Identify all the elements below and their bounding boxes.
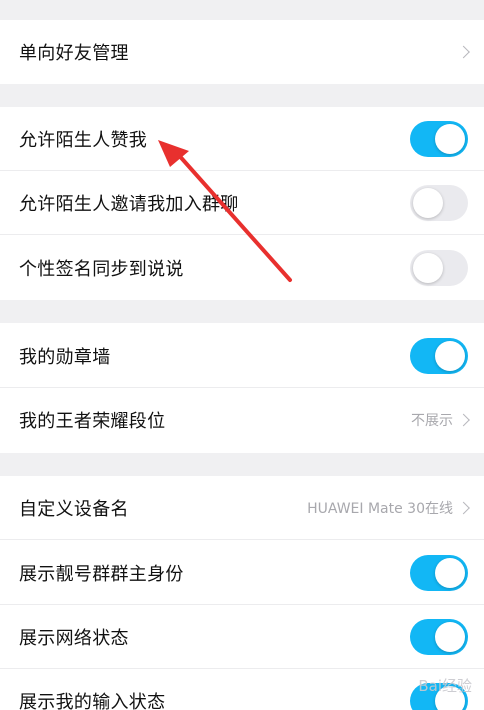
show-pretty-number-owner-toggle[interactable] — [410, 555, 468, 591]
row-label: 自定义设备名 — [19, 499, 129, 520]
section-profile: 我的勋章墙 我的王者荣耀段位 不展示 — [0, 323, 484, 453]
row-show-pretty-number-owner[interactable]: 展示靓号群群主身份 — [0, 541, 484, 605]
row-label: 单向好友管理 — [19, 43, 129, 64]
settings-page: 单向好友管理 允许陌生人赞我 允许陌生人邀请我加入群聊 个性签名同步到说说 我的… — [0, 0, 484, 710]
row-label: 展示网络状态 — [19, 628, 129, 649]
section-privacy: 允许陌生人赞我 允许陌生人邀请我加入群聊 个性签名同步到说说 — [0, 107, 484, 300]
row-sync-signature[interactable]: 个性签名同步到说说 — [0, 236, 484, 300]
row-label: 我的勋章墙 — [19, 347, 111, 368]
sync-signature-toggle[interactable] — [410, 250, 468, 286]
row-label: 我的王者荣耀段位 — [19, 411, 166, 432]
divider — [0, 539, 484, 540]
row-label: 允许陌生人邀请我加入群聊 — [19, 194, 239, 215]
row-show-network-status[interactable]: 展示网络状态 — [0, 605, 484, 669]
watermark: Bai经验 — [418, 677, 472, 695]
row-label: 展示靓号群群主身份 — [19, 564, 184, 585]
row-one-way-friends[interactable]: 单向好友管理 — [0, 20, 484, 84]
allow-stranger-group-invite-toggle[interactable] — [410, 185, 468, 221]
row-value: 不展示 — [411, 413, 453, 429]
toggle-knob — [413, 188, 443, 218]
row-value: HUAWEI Mate 30在线 — [307, 501, 453, 517]
row-badge-wall[interactable]: 我的勋章墙 — [0, 324, 484, 388]
chevron-right-icon — [457, 45, 470, 59]
toggle-knob — [435, 341, 465, 371]
show-network-status-toggle[interactable] — [410, 619, 468, 655]
row-custom-device-name[interactable]: 自定义设备名 HUAWEI Mate 30在线 — [0, 476, 484, 540]
row-label: 个性签名同步到说说 — [19, 259, 184, 280]
toggle-knob — [435, 124, 465, 154]
row-label: 展示我的输入状态 — [19, 692, 166, 710]
row-label: 允许陌生人赞我 — [19, 130, 148, 151]
section-device: 自定义设备名 HUAWEI Mate 30在线 展示靓号群群主身份 展示网络状态… — [0, 476, 484, 710]
toggle-knob — [435, 558, 465, 588]
row-allow-stranger-group-invite[interactable]: 允许陌生人邀请我加入群聊 — [0, 171, 484, 235]
toggle-knob — [435, 622, 465, 652]
section-friends: 单向好友管理 — [0, 20, 484, 84]
row-allow-stranger-like[interactable]: 允许陌生人赞我 — [0, 107, 484, 171]
chevron-right-icon — [457, 501, 470, 515]
badge-wall-toggle[interactable] — [410, 338, 468, 374]
row-show-input-status[interactable]: 展示我的输入状态 — [0, 669, 484, 710]
row-honor-of-kings-rank[interactable]: 我的王者荣耀段位 不展示 — [0, 388, 484, 452]
toggle-knob — [413, 253, 443, 283]
divider — [0, 234, 484, 235]
allow-stranger-like-toggle[interactable] — [410, 121, 468, 157]
chevron-right-icon — [457, 413, 470, 427]
